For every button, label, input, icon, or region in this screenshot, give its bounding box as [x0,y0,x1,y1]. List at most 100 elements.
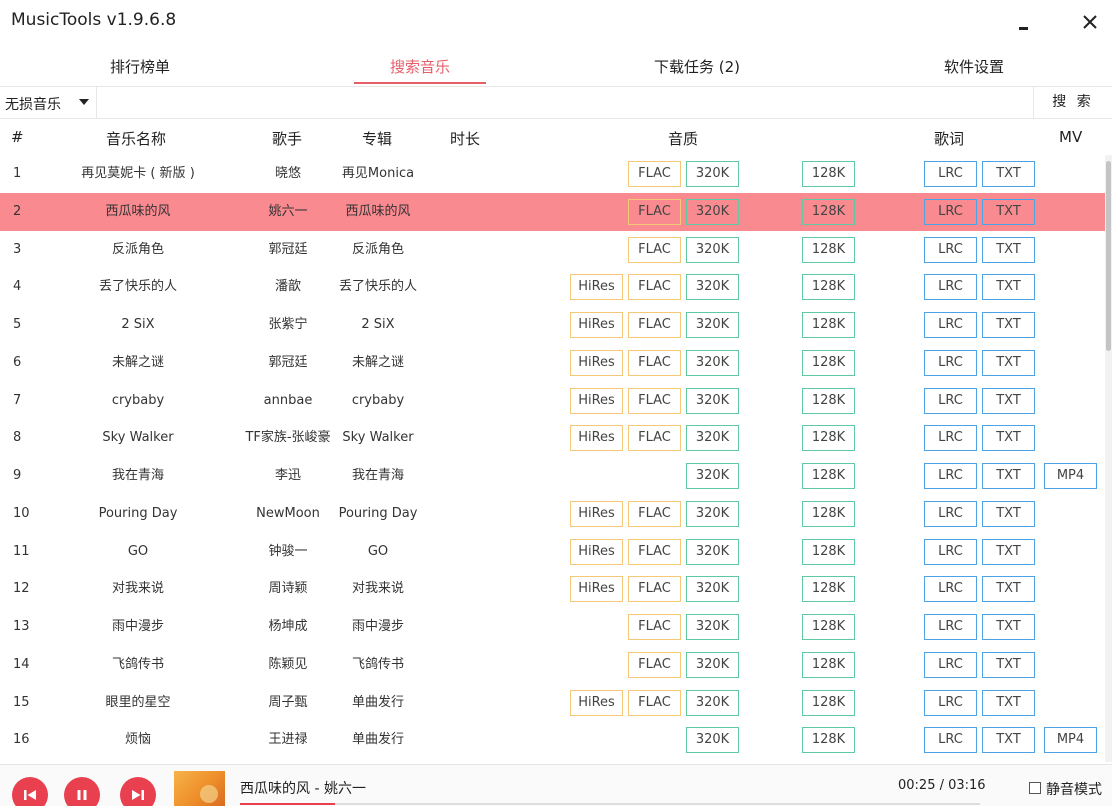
col-duration[interactable]: 时长 [450,128,480,149]
tab-downloads[interactable]: 下载任务 (2) [622,44,772,86]
mp3-128k-download-button[interactable]: 128K [802,463,855,489]
mute-checkbox[interactable] [1029,782,1041,794]
lrc-lyrics-button[interactable]: LRC [924,538,977,565]
hires-download-button[interactable]: HiRes [570,387,623,414]
txt-lyrics-button[interactable]: TXT [982,198,1035,225]
hires-download-button[interactable]: HiRes [570,538,623,565]
source-dropdown[interactable]: 无损音乐 [0,87,97,118]
lrc-lyrics-button[interactable]: LRC [924,614,977,640]
lrc-lyrics-button[interactable]: LRC [924,198,977,225]
flac-download-button[interactable]: FLAC [628,576,681,603]
mp3-128k-download-button[interactable]: 128K [802,651,855,678]
previous-button[interactable] [12,777,48,806]
mp3-320k-download-button[interactable]: 320K [686,425,739,452]
close-button[interactable] [1075,8,1105,38]
mp3-320k-download-button[interactable]: 320K [686,161,739,187]
lrc-lyrics-button[interactable]: LRC [924,349,977,376]
next-button[interactable] [120,777,156,806]
flac-download-button[interactable]: FLAC [628,689,681,716]
hires-download-button[interactable]: HiRes [570,689,623,716]
txt-lyrics-button[interactable]: TXT [982,463,1035,489]
mp3-320k-download-button[interactable]: 320K [686,538,739,565]
hires-download-button[interactable]: HiRes [570,274,623,301]
lrc-lyrics-button[interactable]: LRC [924,274,977,301]
txt-lyrics-button[interactable]: TXT [982,614,1035,640]
mp3-128k-download-button[interactable]: 128K [802,614,855,640]
txt-lyrics-button[interactable]: TXT [982,727,1035,754]
table-row[interactable]: 13 雨中漫步 杨坤成 雨中漫步 FLAC 320K 128K LRC TXT [0,608,1105,646]
tab-search[interactable]: 搜索音乐 [354,44,486,86]
txt-lyrics-button[interactable]: TXT [982,689,1035,716]
col-album[interactable]: 专辑 [362,128,392,149]
table-row[interactable]: 4 丢了快乐的人 潘歆 丢了快乐的人 HiRes FLAC 320K 128K LRC TXT [0,268,1105,306]
lrc-lyrics-button[interactable]: LRC [924,651,977,678]
mp3-320k-download-button[interactable]: 320K [686,198,739,225]
hires-download-button[interactable]: HiRes [570,349,623,376]
mp3-128k-download-button[interactable]: 128K [802,161,855,187]
table-row[interactable]: 14 飞鸽传书 陈颖见 飞鸽传书 FLAC 320K 128K LRC TXT [0,646,1105,684]
mp3-128k-download-button[interactable]: 128K [802,576,855,603]
tab-settings[interactable]: 软件设置 [914,44,1034,86]
hires-download-button[interactable]: HiRes [570,576,623,603]
table-row[interactable]: 8 Sky Walker TF家族-张峻豪 Sky Walker HiRes FLAC 32… [0,419,1105,457]
flac-download-button[interactable]: FLAC [628,312,681,338]
mp3-320k-download-button[interactable]: 320K [686,576,739,603]
txt-lyrics-button[interactable]: TXT [982,387,1035,414]
table-row[interactable]: 12 对我来说 周诗颖 对我来说 HiRes FLAC 320K 128K LRC TXT [0,570,1105,608]
flac-download-button[interactable]: FLAC [628,349,681,376]
mv-mp4-button[interactable]: MP4 [1044,463,1097,489]
col-artist[interactable]: 歌手 [272,128,302,149]
txt-lyrics-button[interactable]: TXT [982,274,1035,301]
col-name[interactable]: 音乐名称 [106,128,166,149]
txt-lyrics-button[interactable]: TXT [982,425,1035,452]
flac-download-button[interactable]: FLAC [628,236,681,263]
hires-download-button[interactable]: HiRes [570,312,623,338]
table-row[interactable]: 3 反派角色 郭冠廷 反派角色 FLAC 320K 128K LRC TXT [0,231,1105,269]
mp3-320k-download-button[interactable]: 320K [686,387,739,414]
tab-rankings[interactable]: 排行榜单 [80,44,200,86]
search-input[interactable] [98,87,1032,118]
mp3-320k-download-button[interactable]: 320K [686,274,739,301]
search-button[interactable]: 搜 索 [1033,87,1112,118]
mp3-128k-download-button[interactable]: 128K [802,387,855,414]
progress-bar[interactable] [240,803,980,805]
mp3-320k-download-button[interactable]: 320K [686,463,739,489]
mp3-128k-download-button[interactable]: 128K [802,274,855,301]
table-row[interactable]: 5 2 SiX 张紫宁 2 SiX HiRes FLAC 320K 128K LRC TXT [0,306,1105,344]
flac-download-button[interactable]: FLAC [628,387,681,414]
flac-download-button[interactable]: FLAC [628,198,681,225]
mp3-128k-download-button[interactable]: 128K [802,198,855,225]
lrc-lyrics-button[interactable]: LRC [924,689,977,716]
flac-download-button[interactable]: FLAC [628,614,681,640]
table-row[interactable]: 6 未解之谜 郭冠廷 未解之谜 HiRes FLAC 320K 128K LRC TXT [0,344,1105,382]
minimize-button[interactable] [1008,8,1038,38]
mp3-320k-download-button[interactable]: 320K [686,689,739,716]
mp3-128k-download-button[interactable]: 128K [802,349,855,376]
flac-download-button[interactable]: FLAC [628,500,681,527]
mp3-320k-download-button[interactable]: 320K [686,312,739,338]
mp3-128k-download-button[interactable]: 128K [802,500,855,527]
mp3-128k-download-button[interactable]: 128K [802,312,855,338]
mp3-320k-download-button[interactable]: 320K [686,236,739,263]
mp3-128k-download-button[interactable]: 128K [802,236,855,263]
table-row[interactable]: 15 眼里的星空 周子甄 单曲发行 HiRes FLAC 320K 128K LRC TXT [0,684,1105,722]
mp3-320k-download-button[interactable]: 320K [686,727,739,754]
mp3-128k-download-button[interactable]: 128K [802,727,855,754]
table-row[interactable]: 16 烦恼 王进禄 单曲发行 320K 128K LRC TXT MP4 [0,721,1105,759]
txt-lyrics-button[interactable]: TXT [982,312,1035,338]
lrc-lyrics-button[interactable]: LRC [924,161,977,187]
txt-lyrics-button[interactable]: TXT [982,651,1035,678]
table-row[interactable]: 11 GO 钟骏一 GO HiRes FLAC 320K 128K LRC TXT [0,533,1105,571]
mv-mp4-button[interactable]: MP4 [1044,727,1097,754]
flac-download-button[interactable]: FLAC [628,161,681,187]
txt-lyrics-button[interactable]: TXT [982,576,1035,603]
lrc-lyrics-button[interactable]: LRC [924,312,977,338]
scrollbar-thumb[interactable] [1106,161,1111,351]
mp3-128k-download-button[interactable]: 128K [802,538,855,565]
lrc-lyrics-button[interactable]: LRC [924,727,977,754]
txt-lyrics-button[interactable]: TXT [982,236,1035,263]
flac-download-button[interactable]: FLAC [628,651,681,678]
hires-download-button[interactable]: HiRes [570,500,623,527]
lrc-lyrics-button[interactable]: LRC [924,463,977,489]
mp3-320k-download-button[interactable]: 320K [686,651,739,678]
